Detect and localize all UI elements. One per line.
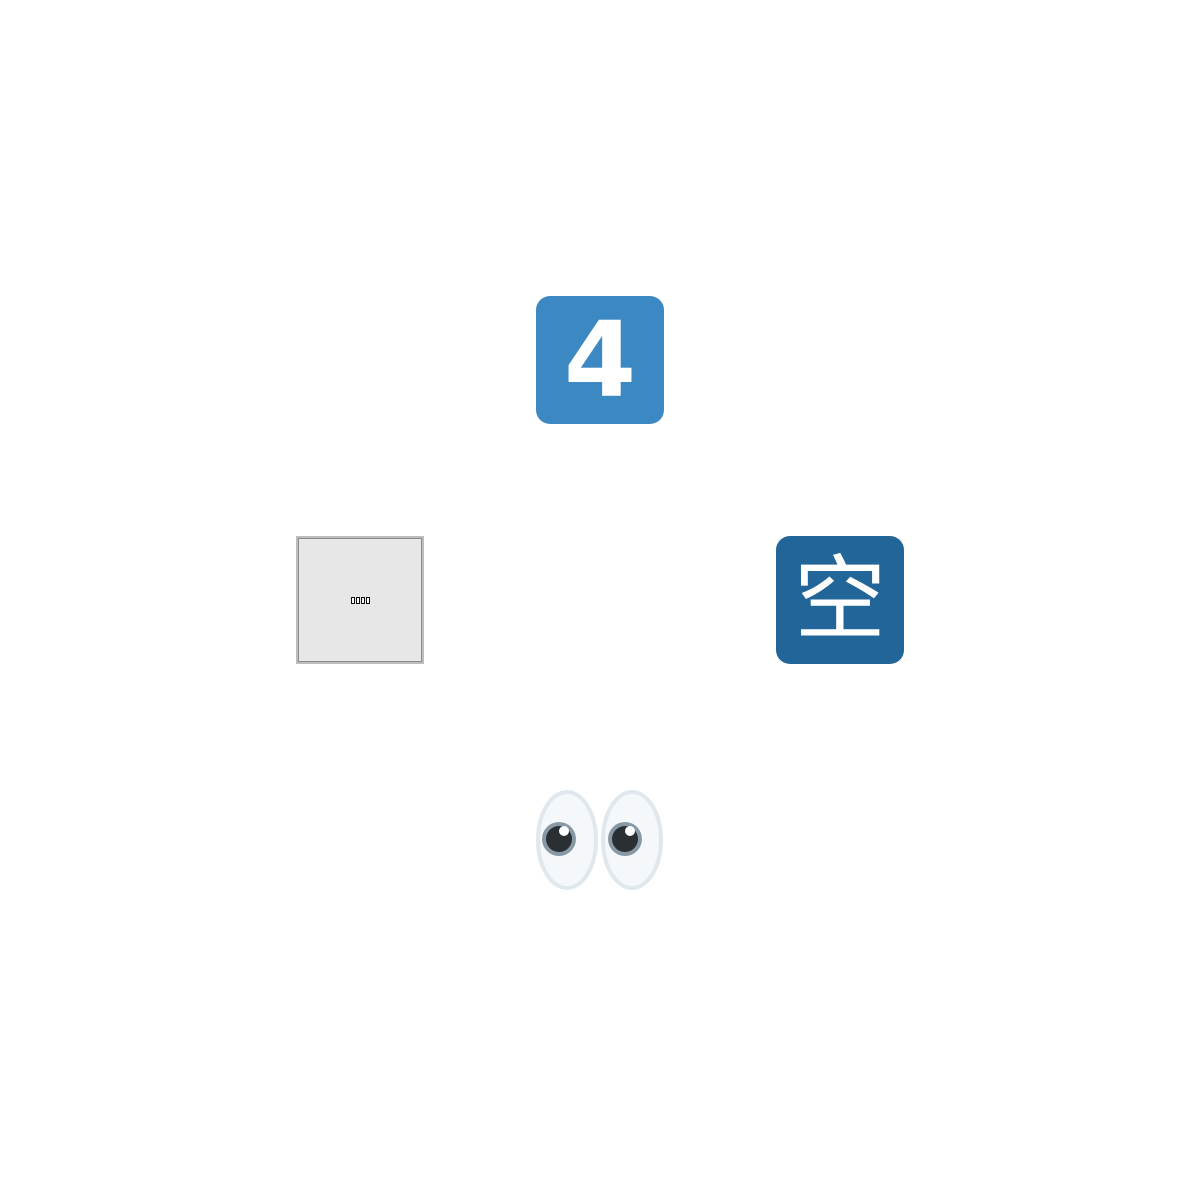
right-eye-highlight	[625, 826, 635, 836]
missing-glyph-box	[350, 596, 355, 604]
keycap-digit-four-icon: 4	[536, 296, 664, 424]
missing-glyph-box	[360, 596, 365, 604]
missing-glyph-box	[365, 596, 370, 604]
missing-glyph-icon	[296, 536, 424, 664]
eyes-svg	[536, 790, 663, 890]
keycap-digit-label: 4	[563, 299, 637, 421]
missing-glyph-box	[355, 596, 360, 604]
vacancy-character: 空	[793, 546, 886, 653]
emoji-canvas: 4 空	[0, 0, 1200, 1200]
eyes-icon	[536, 776, 664, 904]
missing-glyph-boxes	[350, 596, 370, 604]
left-eye-highlight	[559, 826, 569, 836]
vacancy-button-icon: 空	[776, 536, 904, 664]
